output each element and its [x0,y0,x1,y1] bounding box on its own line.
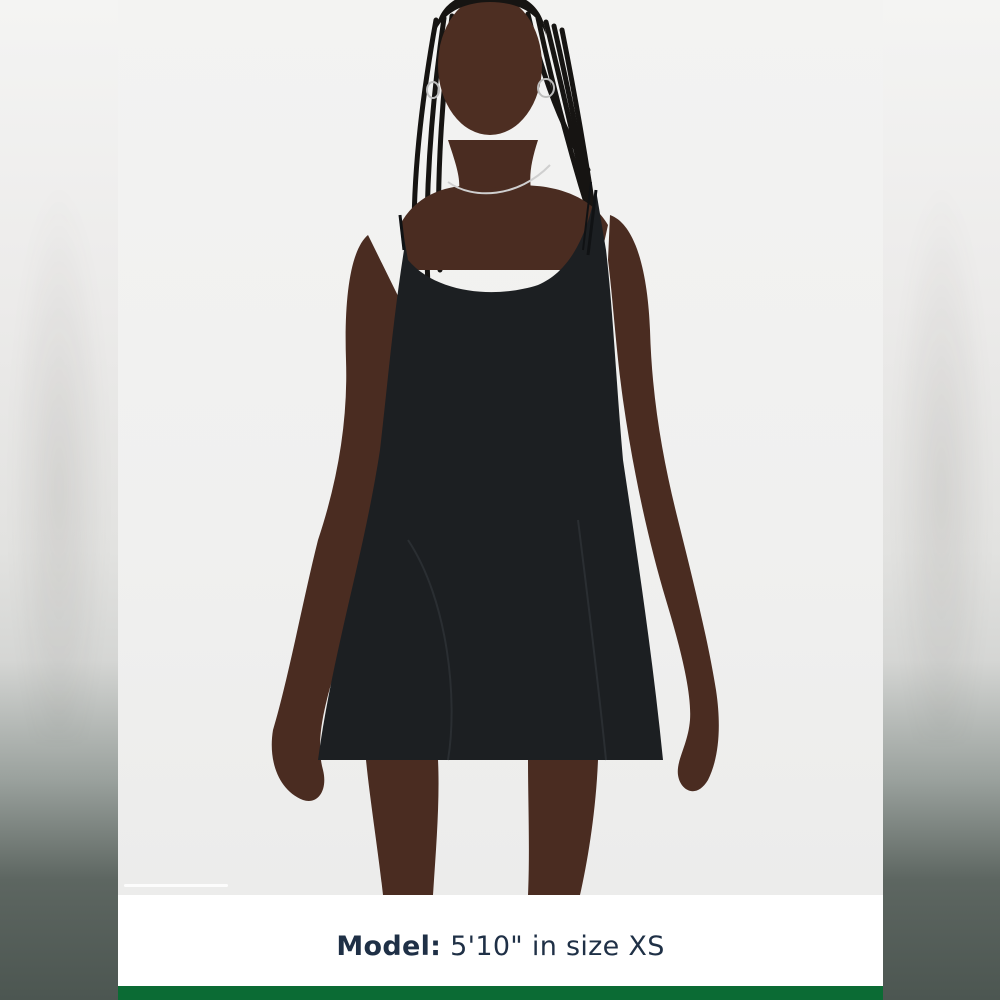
caption-value: 5'10" in size XS [450,930,665,962]
left-blurred-panel [0,0,118,1000]
left-blur-shape [10,180,108,740]
model-size-caption: Model: 5'10" in size XS [118,895,883,986]
scroll-indicator [124,884,228,887]
product-photo[interactable] [118,0,883,895]
listing-image-frame: Model: 5'10" in size XS [0,0,1000,1000]
right-blurred-panel [883,0,1000,1000]
caption-text: Model: 5'10" in size XS [336,931,664,962]
brand-accent-bar [118,986,883,1000]
caption-label: Model: [336,930,442,962]
model-illustration [271,0,719,895]
right-blur-shape [893,180,990,740]
